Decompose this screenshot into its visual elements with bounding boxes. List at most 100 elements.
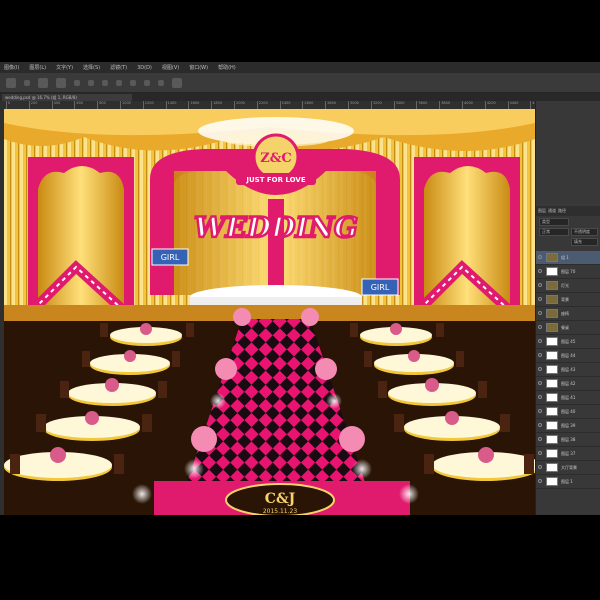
align-middle-icon[interactable] — [88, 79, 94, 86]
layer-row[interactable]: 背景 — [536, 293, 600, 307]
ruler-tick-label: 4200 — [486, 101, 496, 105]
layer-name: 图层 44 — [561, 353, 576, 358]
ruler-tick: 3200 — [370, 101, 382, 109]
visibility-eye-icon[interactable] — [538, 451, 542, 455]
visibility-eye-icon[interactable] — [538, 479, 542, 483]
layer-row[interactable]: 大厅背景 — [536, 461, 600, 475]
visibility-eye-icon[interactable] — [538, 367, 542, 371]
distribute-icon[interactable] — [158, 79, 164, 86]
tab-paths[interactable]: 路径 — [558, 206, 566, 216]
blend-mode-select[interactable]: 正常 — [539, 228, 569, 236]
layer-row[interactable]: 图层 1 — [536, 475, 600, 489]
layer-row[interactable]: 图层 39 — [536, 419, 600, 433]
transform-controls-icon[interactable] — [56, 77, 66, 88]
layer-row[interactable]: 图层 45 — [536, 335, 600, 349]
floor-date: 2015.11.23 — [263, 508, 298, 515]
ruler-tick: 1200 — [142, 101, 154, 109]
align-center-icon[interactable] — [130, 79, 136, 86]
layer-row[interactable]: 图层 70 — [536, 265, 600, 279]
ruler-tick-label: 200 — [30, 101, 38, 105]
ruler-tick: 200 — [28, 101, 37, 109]
ruler-tick: 3600 — [416, 101, 427, 109]
dropdown-arrow-icon[interactable] — [24, 79, 30, 86]
visibility-eye-icon[interactable] — [538, 465, 542, 469]
menu-item-filter[interactable]: 滤镜(T) — [110, 64, 127, 71]
ruler-tick: 2000 — [234, 101, 245, 109]
layer-name: 图层 1 — [561, 479, 573, 484]
menu-item-layer[interactable]: 图层(L) — [29, 64, 46, 71]
tab-layers[interactable]: 图层 — [538, 206, 546, 216]
layer-row[interactable]: 餐桌 — [536, 321, 600, 335]
layer-row[interactable]: 图层 41 — [536, 391, 600, 405]
layer-thumbnail — [546, 421, 558, 430]
menu-item-image[interactable]: 图像(I) — [4, 64, 19, 71]
ruler-tick: 0 — [6, 101, 10, 109]
layer-name: 组 1 — [561, 255, 569, 260]
folder-icon — [546, 323, 558, 332]
layer-row[interactable]: 图层 42 — [536, 377, 600, 391]
visibility-eye-icon[interactable] — [538, 339, 542, 343]
align-bottom-icon[interactable] — [102, 79, 108, 86]
right-panel: 图层 通道 路径 类型 正常 不透明度 填充 组 1 图层 70 灯光 背景 座椅 餐桌图… — [535, 101, 600, 515]
layers-panel-tabs: 图层 通道 路径 — [536, 206, 600, 216]
tab-channels[interactable]: 通道 — [548, 206, 556, 216]
visibility-eye-icon[interactable] — [538, 255, 542, 259]
ruler-tick: 1600 — [188, 101, 199, 109]
align-top-icon[interactable] — [74, 79, 80, 86]
tool-preset-icon[interactable] — [6, 77, 16, 88]
layer-row[interactable]: 图层 40 — [536, 405, 600, 419]
visibility-eye-icon[interactable] — [538, 269, 542, 273]
menu-item-3d[interactable]: 3D(D) — [137, 65, 152, 71]
wedding-title: WEDDING — [194, 211, 358, 244]
menu-item-window[interactable]: 窗口(W) — [189, 64, 208, 71]
visibility-eye-icon[interactable] — [538, 297, 542, 301]
auto-select-icon[interactable] — [38, 77, 48, 88]
layer-row[interactable]: 图层 44 — [536, 349, 600, 363]
ruler-tick-label: 3600 — [418, 101, 428, 105]
monogram-text: Z&C — [260, 151, 292, 166]
menu-item-help[interactable]: 帮助(H) — [218, 64, 236, 71]
kind-filter-select[interactable]: 类型 — [539, 218, 569, 226]
visibility-eye-icon[interactable] — [538, 395, 542, 399]
visibility-eye-icon[interactable] — [538, 381, 542, 385]
ruler-tick-label: 4000 — [464, 101, 473, 105]
layer-thumbnail — [546, 477, 558, 486]
svg-text:GIRL: GIRL — [371, 283, 390, 292]
ruler-tick-label: 2600 — [304, 101, 314, 105]
layer-row[interactable]: 座椅 — [536, 307, 600, 321]
layer-row[interactable]: 组 1 — [536, 251, 600, 265]
3d-mode-icon[interactable] — [172, 77, 182, 88]
menu-item-type[interactable]: 文字(Y) — [56, 64, 73, 71]
layer-row[interactable]: 图层 37 — [536, 447, 600, 461]
layer-row[interactable]: 图层 38 — [536, 433, 600, 447]
visibility-eye-icon[interactable] — [538, 325, 542, 329]
ruler-tick: 4000 — [462, 101, 473, 109]
layer-row[interactable]: 灯光 — [536, 279, 600, 293]
document-canvas[interactable]: Z&C JUST FOR LOVE WEDDING GIRL GIRL C&J … — [4, 109, 535, 515]
layer-thumbnail — [546, 463, 558, 472]
align-left-icon[interactable] — [116, 79, 122, 86]
ruler-tick-label: 3200 — [372, 101, 382, 105]
layer-thumbnail — [546, 393, 558, 402]
document-tab[interactable]: wedding.psd @ 16.7% (组 1, RGB/8) — [2, 94, 132, 101]
layer-name: 图层 70 — [561, 269, 576, 274]
visibility-eye-icon[interactable] — [538, 437, 542, 441]
opacity-field[interactable]: 不透明度 — [571, 228, 598, 236]
visibility-eye-icon[interactable] — [538, 353, 542, 357]
align-right-icon[interactable] — [144, 79, 150, 86]
visibility-eye-icon[interactable] — [538, 283, 542, 287]
menu-item-select[interactable]: 选择(S) — [83, 64, 100, 71]
ruler-tick: 1000 — [120, 101, 131, 109]
menu-item-view[interactable]: 视图(V) — [162, 64, 179, 71]
folder-icon — [546, 295, 558, 304]
folder-icon — [546, 253, 558, 262]
visibility-eye-icon[interactable] — [538, 311, 542, 315]
visibility-eye-icon[interactable] — [538, 423, 542, 427]
layer-name: 大厅背景 — [561, 465, 577, 470]
fill-field[interactable]: 填充 — [571, 238, 598, 246]
ruler-tick-label: 3400 — [395, 101, 405, 105]
visibility-eye-icon[interactable] — [538, 409, 542, 413]
banner-text: JUST FOR LOVE — [245, 176, 305, 184]
layer-row[interactable]: 图层 43 — [536, 363, 600, 377]
layer-name: 图层 45 — [561, 339, 576, 344]
